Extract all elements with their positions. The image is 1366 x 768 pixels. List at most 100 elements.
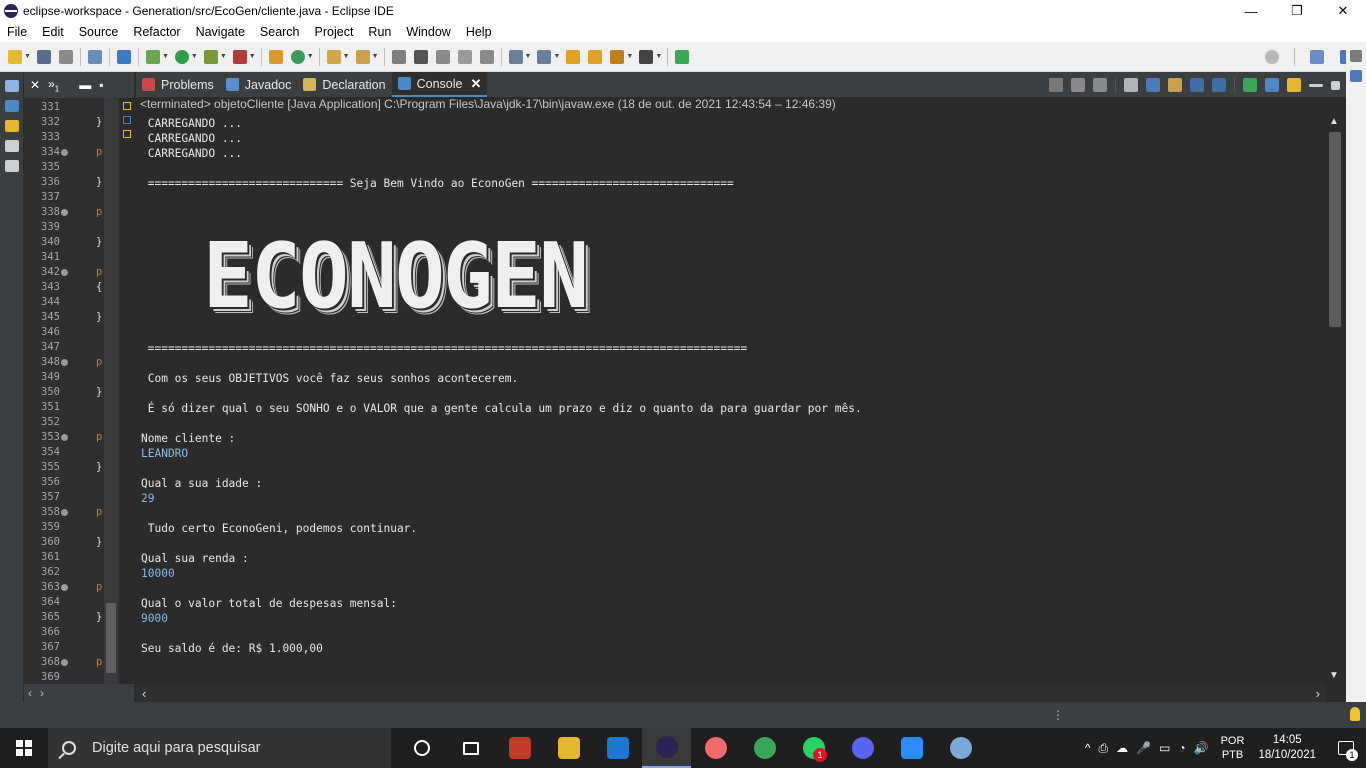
- show-hidden-icons-icon[interactable]: ^: [1085, 741, 1091, 755]
- whatsapp-taskbar-button[interactable]: 1: [789, 728, 838, 768]
- minimize-view-icon[interactable]: [1309, 83, 1323, 87]
- remove-launch-icon[interactable]: [1071, 78, 1085, 92]
- external-tools-icon[interactable]: [232, 49, 247, 64]
- back-arrow-icon[interactable]: [610, 49, 625, 64]
- new-class-icon[interactable]: [290, 49, 305, 64]
- skip-breakpoints-icon[interactable]: [87, 49, 102, 64]
- minimize-button[interactable]: —: [1228, 0, 1274, 22]
- scroll-right-icon[interactable]: ›: [40, 686, 44, 700]
- hierarchy-icon[interactable]: [4, 120, 19, 132]
- chrome-taskbar-button[interactable]: [740, 728, 789, 768]
- file-explorer-taskbar-button[interactable]: [544, 728, 593, 768]
- menu-window[interactable]: Window: [406, 25, 450, 39]
- onedrive-icon[interactable]: ☁: [1116, 741, 1128, 755]
- menu-project[interactable]: Project: [315, 25, 354, 39]
- scroll-lock-icon[interactable]: [1146, 78, 1160, 92]
- scroll-down-icon[interactable]: ▼: [1326, 670, 1342, 684]
- word-wrap-icon[interactable]: [1168, 78, 1182, 92]
- search-icon[interactable]: [1265, 50, 1279, 64]
- dropdown-arrow-icon[interactable]: ▼: [553, 53, 560, 60]
- close-tab-icon[interactable]: ✕: [470, 76, 481, 92]
- terminal-icon[interactable]: [116, 49, 131, 64]
- toggle-edit-icon[interactable]: [413, 49, 428, 64]
- more-vertical-icon[interactable]: [4, 140, 19, 152]
- word-wrap-icon[interactable]: [457, 49, 472, 64]
- paint-taskbar-button[interactable]: [936, 728, 985, 768]
- warning-marker-icon[interactable]: [123, 102, 131, 110]
- console-vertical-scrollbar[interactable]: ▲ ▼: [1326, 116, 1342, 684]
- scroll-thumb[interactable]: [1329, 132, 1341, 327]
- dropdown-arrow-icon[interactable]: ▼: [24, 53, 31, 60]
- chevron-down-icon[interactable]: [4, 160, 19, 172]
- new-icon[interactable]: [8, 49, 22, 64]
- clear-console-icon[interactable]: [1124, 78, 1138, 92]
- pin-editor-icon[interactable]: [675, 49, 690, 64]
- clock[interactable]: 14:05 18/10/2021: [1258, 733, 1316, 763]
- previous-annotation-icon[interactable]: [537, 49, 552, 64]
- dropdown-arrow-icon[interactable]: ▼: [343, 53, 350, 60]
- menu-edit[interactable]: Edit: [42, 25, 64, 39]
- zoom-taskbar-button[interactable]: [887, 728, 936, 768]
- microphone-icon[interactable]: 🎤: [1136, 741, 1151, 755]
- show-on-stdout-icon[interactable]: [1190, 78, 1204, 92]
- save-icon[interactable]: [36, 49, 51, 64]
- show-on-stderr-icon[interactable]: [1212, 78, 1226, 92]
- taskbar-search-box[interactable]: Digite aqui para pesquisar: [48, 728, 391, 768]
- open-console-icon[interactable]: [1287, 78, 1301, 92]
- editor-horizontal-scrollbar[interactable]: ‹ ›: [24, 684, 134, 702]
- console-output[interactable]: ECONOGEN CARREGANDO ... CARREGANDO ... C…: [141, 116, 1321, 684]
- dropdown-arrow-icon[interactable]: ▼: [220, 53, 227, 60]
- scroll-up-icon[interactable]: ▲: [1326, 116, 1342, 130]
- restore-view-icon[interactable]: [4, 80, 19, 92]
- search-tool-icon[interactable]: [355, 49, 370, 64]
- pin-console-icon[interactable]: [1243, 78, 1257, 92]
- forward-edit-icon[interactable]: [588, 49, 603, 64]
- warning-marker-icon[interactable]: [123, 130, 131, 138]
- last-edit-location-icon[interactable]: [566, 49, 581, 64]
- dropdown-arrow-icon[interactable]: ▼: [655, 53, 662, 60]
- status-grip-icon[interactable]: ⋮: [1052, 708, 1064, 722]
- volume-icon[interactable]: 🔊: [1194, 741, 1209, 755]
- action-center-button[interactable]: 1: [1326, 728, 1366, 768]
- tab-problems[interactable]: Problems: [136, 72, 220, 97]
- tab-declaration[interactable]: Declaration: [297, 72, 391, 97]
- tab-console[interactable]: Console ✕: [391, 72, 488, 97]
- tip-lightbulb-icon[interactable]: [1350, 707, 1360, 721]
- dropdown-arrow-icon[interactable]: ▼: [249, 53, 256, 60]
- forward-arrow-icon[interactable]: [639, 49, 654, 64]
- input-language[interactable]: POR PTB: [1221, 734, 1245, 762]
- dropdown-arrow-icon[interactable]: ▼: [525, 53, 532, 60]
- outline-icon[interactable]: [1350, 70, 1362, 82]
- menu-run[interactable]: Run: [368, 25, 391, 39]
- open-type-icon[interactable]: [326, 49, 341, 64]
- eclipse-taskbar-button[interactable]: [642, 728, 691, 768]
- open-perspective-icon[interactable]: [1310, 50, 1324, 64]
- start-button[interactable]: [0, 728, 48, 768]
- tab-javadoc[interactable]: Javadoc: [220, 72, 298, 97]
- menu-refactor[interactable]: Refactor: [133, 25, 180, 39]
- remove-all-icon[interactable]: [1093, 78, 1107, 92]
- dropdown-arrow-icon[interactable]: ▼: [162, 53, 169, 60]
- task-marker-icon[interactable]: [123, 116, 131, 124]
- maximize-button[interactable]: ❐: [1274, 0, 1320, 22]
- cortana-taskbar-button[interactable]: [397, 728, 446, 768]
- close-icon[interactable]: ✕: [30, 78, 40, 92]
- discord-taskbar-button[interactable]: [838, 728, 887, 768]
- scroll-thumb[interactable]: [106, 603, 116, 673]
- scroll-left-icon[interactable]: ‹: [28, 686, 32, 700]
- save-all-icon[interactable]: [58, 49, 73, 64]
- maximize-view-icon[interactable]: [1331, 80, 1340, 90]
- menu-source[interactable]: Source: [79, 25, 119, 39]
- minimize-view-icon[interactable]: ▬: [79, 78, 91, 92]
- dropdown-arrow-icon[interactable]: ▼: [307, 53, 314, 60]
- package-explorer-icon[interactable]: [4, 100, 19, 112]
- editor-vertical-scrollbar[interactable]: [104, 98, 118, 684]
- equalizer-app-taskbar-button[interactable]: [495, 728, 544, 768]
- menu-search[interactable]: Search: [260, 25, 300, 39]
- new-java-project-icon[interactable]: [268, 49, 283, 64]
- scroll-right-icon[interactable]: ›: [1316, 686, 1320, 701]
- meet-now-icon[interactable]: ⎙: [1098, 741, 1108, 756]
- display-console-icon[interactable]: [1265, 78, 1279, 92]
- wifi-icon[interactable]: ◔: [1178, 741, 1185, 755]
- scroll-left-icon[interactable]: ‹: [142, 686, 146, 701]
